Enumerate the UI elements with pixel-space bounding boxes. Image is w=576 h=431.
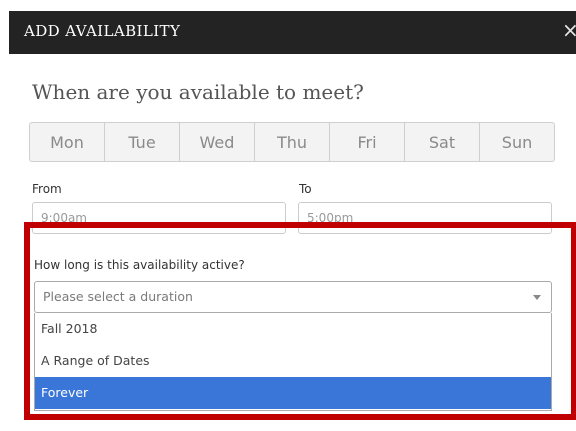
- day-selector: Mon Tue Wed Thu Fri Sat Sun: [29, 122, 555, 162]
- day-tue-button[interactable]: Tue: [105, 123, 180, 161]
- availability-question: When are you available to meet?: [32, 80, 364, 104]
- option-forever[interactable]: Forever: [35, 377, 551, 409]
- duration-options-list: Fall 2018 A Range of Dates Forever: [34, 313, 552, 411]
- duration-select[interactable]: Please select a duration: [34, 281, 552, 313]
- day-thu-button[interactable]: Thu: [255, 123, 330, 161]
- chevron-down-icon: [533, 295, 541, 300]
- close-icon[interactable]: ×: [562, 19, 576, 41]
- dialog-title: ADD AVAILABILITY: [24, 22, 181, 40]
- day-sat-button[interactable]: Sat: [405, 123, 480, 161]
- day-sun-button[interactable]: Sun: [480, 123, 554, 161]
- day-fri-button[interactable]: Fri: [330, 123, 405, 161]
- from-time-input[interactable]: 9:00am: [32, 202, 286, 234]
- from-label: From: [32, 182, 62, 196]
- add-availability-dialog: ADD AVAILABILITY × When are you availabl…: [0, 0, 576, 431]
- duration-label: How long is this availability active?: [34, 258, 245, 272]
- to-label: To: [299, 182, 312, 196]
- option-fall-2018[interactable]: Fall 2018: [35, 313, 551, 345]
- day-wed-button[interactable]: Wed: [180, 123, 255, 161]
- to-time-input[interactable]: 5:00pm: [298, 202, 552, 234]
- option-range-of-dates[interactable]: A Range of Dates: [35, 345, 551, 377]
- dialog-header: ADD AVAILABILITY ×: [9, 11, 576, 54]
- duration-placeholder: Please select a duration: [43, 289, 193, 304]
- day-mon-button[interactable]: Mon: [30, 123, 105, 161]
